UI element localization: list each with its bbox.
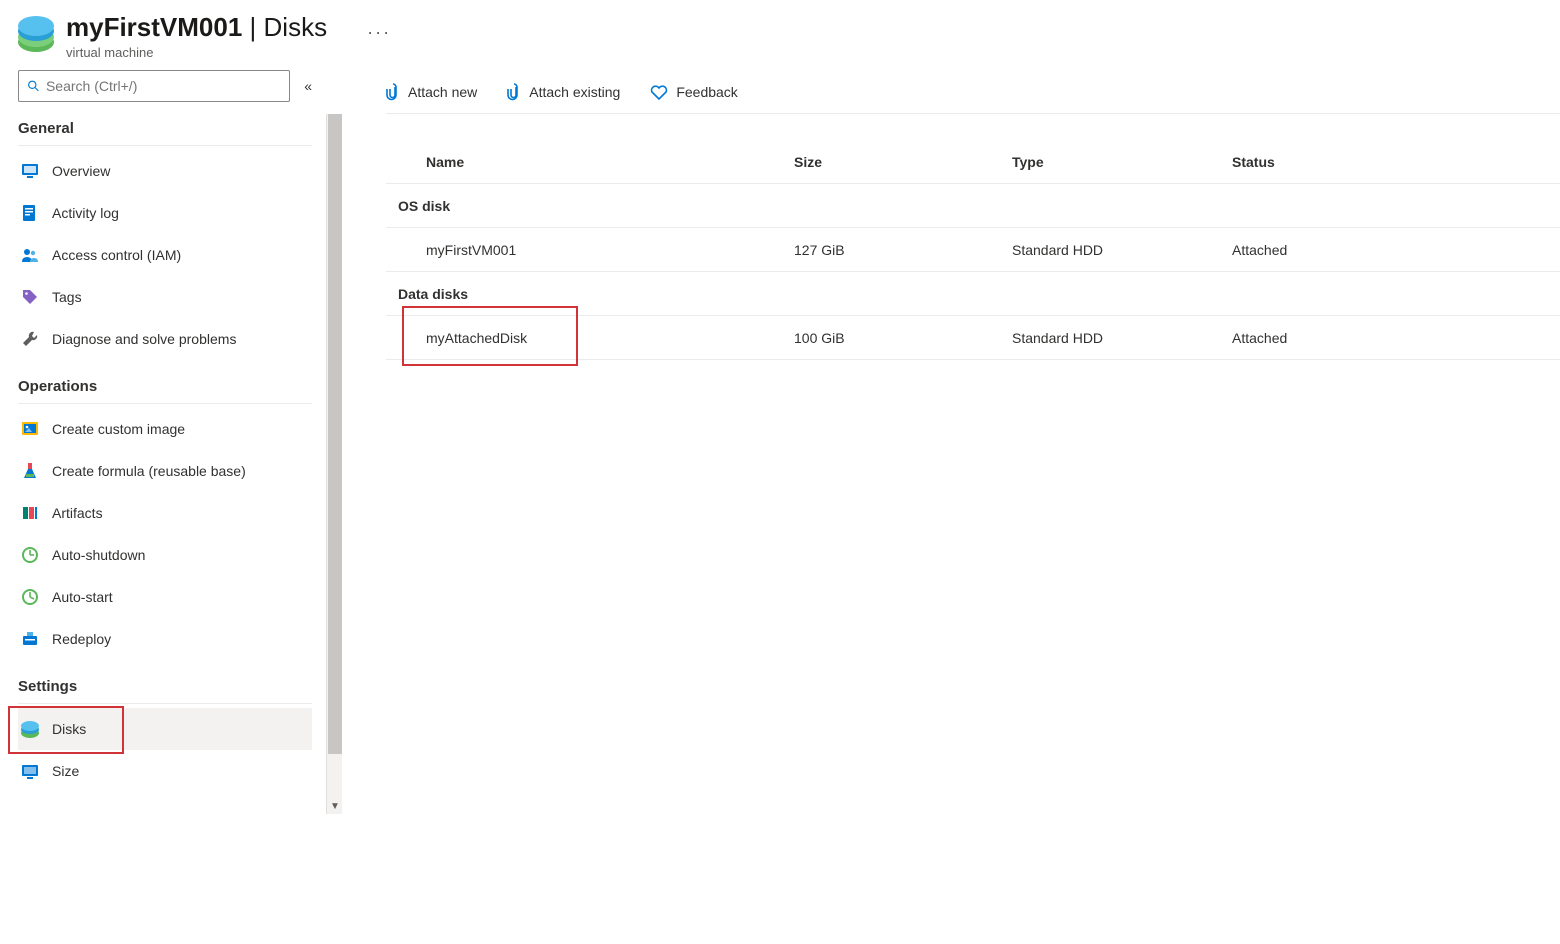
sidebar-scrollbar[interactable]: ▼ [326,114,342,814]
sidebar-item-artifacts[interactable]: Artifacts [18,492,312,534]
artifacts-icon [20,503,40,523]
sidebar-item-label: Size [52,763,79,779]
attach-existing-button[interactable]: Attach existing [507,83,620,101]
sidebar-item-redeploy[interactable]: Redeploy [18,618,312,660]
sidebar-item-access-control[interactable]: Access control (IAM) [18,234,312,276]
sidebar-item-diagnose[interactable]: Diagnose and solve problems [18,318,312,360]
sidebar-item-disks[interactable]: Disks [18,708,312,750]
toolbar-item-label: Feedback [676,84,737,100]
sidebar-item-label: Tags [52,289,82,305]
divider [18,703,312,704]
column-header-name[interactable]: Name [386,154,794,170]
page-title: myFirstVM001 | Disks [66,12,327,43]
log-icon [20,203,40,223]
redeploy-icon [20,629,40,649]
attach-icon [507,83,521,101]
sidebar-item-auto-start[interactable]: Auto-start [18,576,312,618]
sidebar-item-label: Artifacts [52,505,103,521]
sidebar-item-label: Auto-shutdown [52,547,145,563]
more-actions-button[interactable]: ··· [367,22,391,43]
table-header-row: Name Size Type Status [386,140,1560,184]
sidebar-item-label: Overview [52,163,110,179]
search-icon [27,79,40,93]
disks-icon [20,719,40,739]
image-icon [20,419,40,439]
toolbar-item-label: Attach existing [529,84,620,100]
disk-status-cell: Attached [1232,242,1432,258]
sidebar-section-general: General [18,120,312,137]
os-disk-group-label: OS disk [386,184,1560,228]
disk-size-cell: 100 GiB [794,330,1012,346]
search-input-wrapper[interactable] [18,70,290,102]
flask-icon [20,461,40,481]
disk-name-cell: myAttachedDisk [386,330,794,346]
sidebar: « General Overview Activity log Access c… [0,70,330,792]
sidebar-section-operations: Operations [18,378,312,395]
scrollbar-thumb[interactable] [328,114,342,754]
sidebar-item-activity-log[interactable]: Activity log [18,192,312,234]
disk-type-cell: Standard HDD [1012,330,1232,346]
size-icon [20,761,40,781]
heart-icon [650,84,668,100]
divider [18,403,312,404]
disk-size-cell: 127 GiB [794,242,1012,258]
data-disks-group-label: Data disks [386,272,1560,316]
attach-icon [386,83,400,101]
toolbar-item-label: Attach new [408,84,477,100]
disk-type-cell: Standard HDD [1012,242,1232,258]
clock-start-icon [20,587,40,607]
resource-type-icon [18,16,54,52]
collapse-sidebar-button[interactable]: « [304,78,312,94]
sidebar-item-size[interactable]: Size [18,750,312,792]
monitor-icon [20,161,40,181]
page-header: myFirstVM001 | Disks virtual machine ··· [0,0,1560,70]
column-header-status[interactable]: Status [1232,154,1432,170]
table-row[interactable]: myFirstVM001 127 GiB Standard HDD Attach… [386,228,1560,272]
sidebar-item-label: Access control (IAM) [52,247,181,263]
table-row[interactable]: myAttachedDisk 100 GiB Standard HDD Atta… [386,316,1560,360]
scroll-down-arrow[interactable]: ▼ [330,801,340,812]
sidebar-item-create-formula[interactable]: Create formula (reusable base) [18,450,312,492]
sidebar-item-label: Disks [52,721,86,737]
toolbar: Attach new Attach existing Feedback [386,70,1560,114]
resource-type-label: virtual machine [66,45,327,60]
tag-icon [20,287,40,307]
divider [18,145,312,146]
wrench-icon [20,329,40,349]
sidebar-item-auto-shutdown[interactable]: Auto-shutdown [18,534,312,576]
search-input[interactable] [46,78,281,94]
sidebar-item-label: Diagnose and solve problems [52,331,236,347]
attach-new-button[interactable]: Attach new [386,83,477,101]
disk-status-cell: Attached [1232,330,1432,346]
sidebar-item-label: Create custom image [52,421,185,437]
column-header-type[interactable]: Type [1012,154,1232,170]
clock-icon [20,545,40,565]
column-header-size[interactable]: Size [794,154,1012,170]
sidebar-item-tags[interactable]: Tags [18,276,312,318]
feedback-button[interactable]: Feedback [650,84,737,100]
sidebar-item-label: Activity log [52,205,119,221]
disk-name-cell: myFirstVM001 [386,242,794,258]
sidebar-item-overview[interactable]: Overview [18,150,312,192]
sidebar-section-settings: Settings [18,678,312,695]
sidebar-item-label: Redeploy [52,631,111,647]
people-icon [20,245,40,265]
sidebar-item-create-custom-image[interactable]: Create custom image [18,408,312,450]
sidebar-item-label: Auto-start [52,589,113,605]
main-content: Attach new Attach existing Feedback Name… [330,70,1560,360]
disks-table: Name Size Type Status OS disk myFirstVM0… [386,140,1560,360]
sidebar-item-label: Create formula (reusable base) [52,463,246,479]
